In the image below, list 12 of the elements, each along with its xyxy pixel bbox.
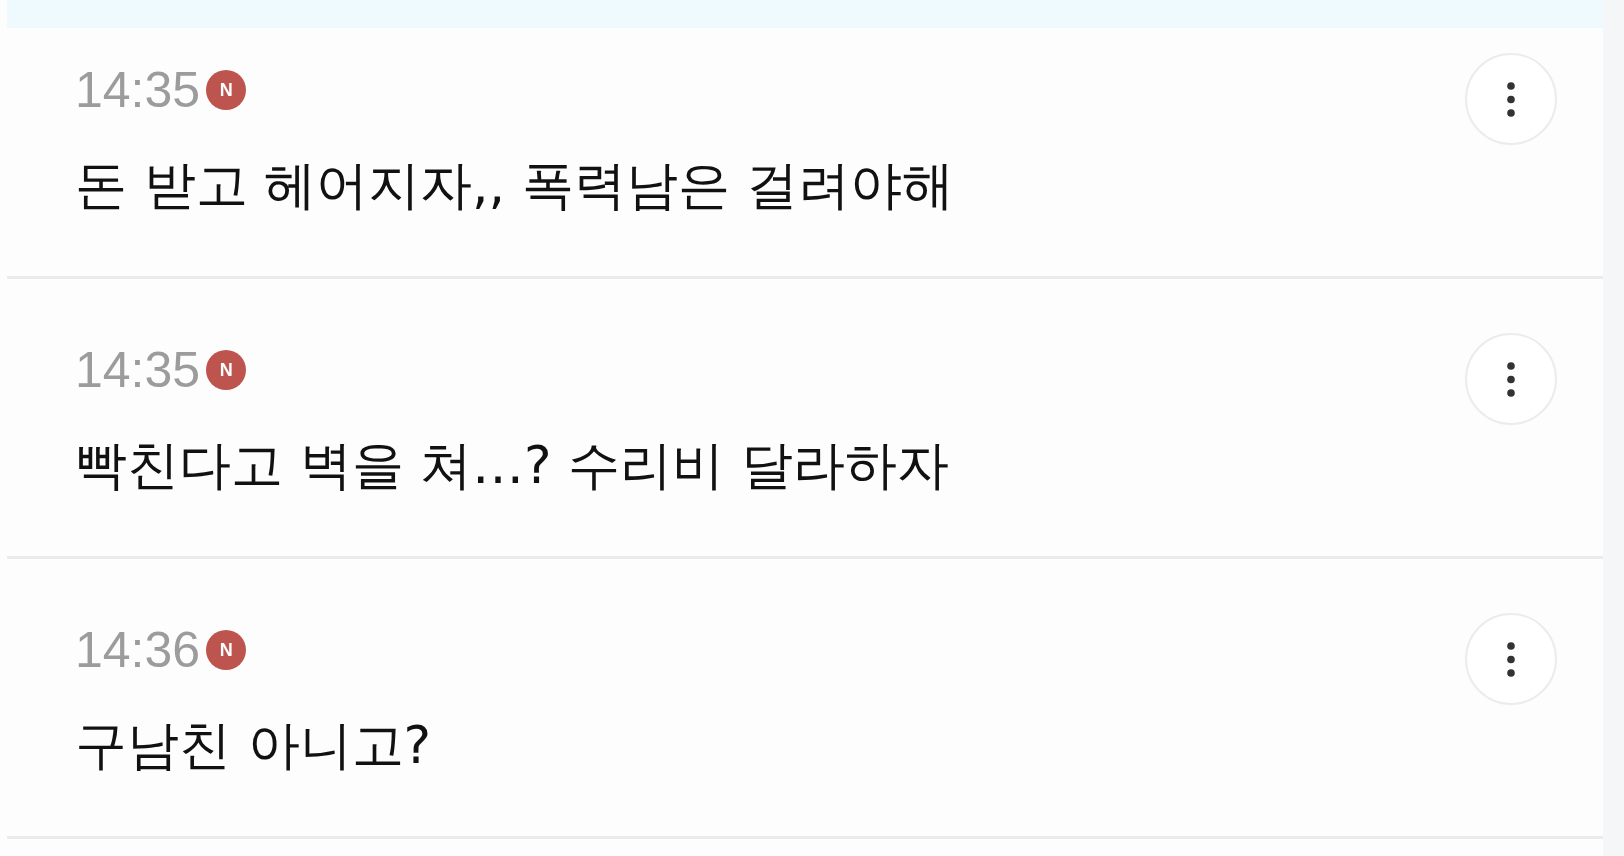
more-icon	[1507, 81, 1515, 117]
comment-text: 빡친다고 벽을 쳐…? 수리비 달라하자	[75, 439, 949, 491]
comment-time: 14:35	[75, 65, 201, 115]
new-badge: N	[206, 630, 247, 670]
comment-text: 돈 받고 헤어지자,, 폭력남은 걸려야해	[75, 159, 955, 211]
new-badge: N	[206, 350, 247, 390]
comment-text: 구남친 아니고?	[75, 719, 432, 771]
comment-time: 14:35	[75, 345, 201, 395]
more-icon	[1507, 361, 1515, 397]
comment-time: 14:36	[75, 625, 201, 675]
more-icon	[1507, 641, 1515, 677]
new-badge: N	[206, 70, 247, 110]
